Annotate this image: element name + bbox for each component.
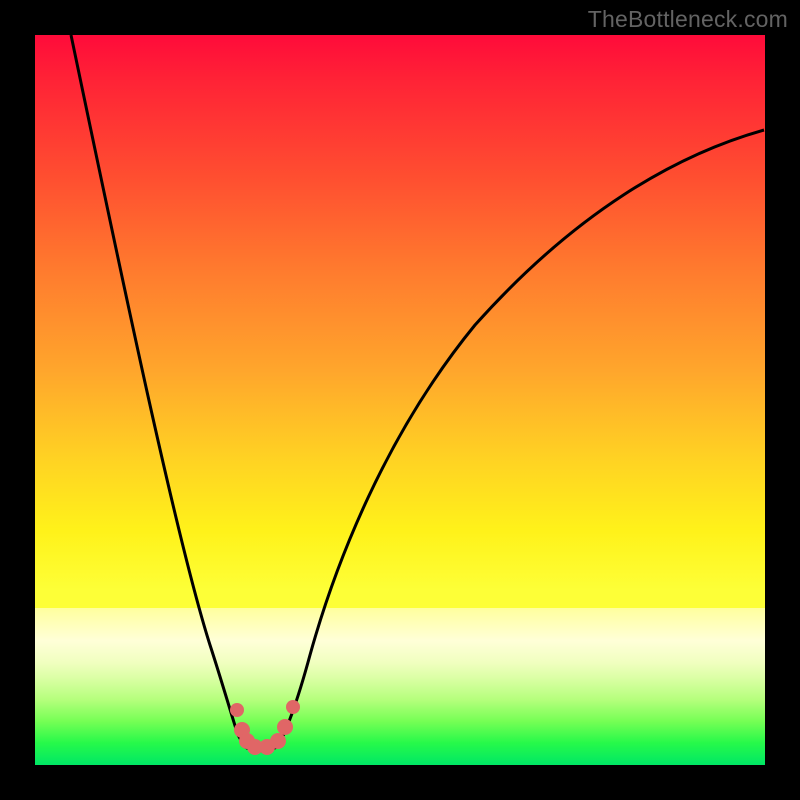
curve-left	[71, 35, 245, 747]
watermark-text: TheBottleneck.com	[588, 6, 788, 33]
curve-right	[277, 130, 764, 747]
bottleneck-curve	[35, 35, 765, 765]
scatter-dot	[277, 719, 293, 735]
chart-plot-area	[35, 35, 765, 765]
scatter-dot	[286, 700, 300, 714]
chart-frame: TheBottleneck.com	[0, 0, 800, 800]
scatter-dot	[230, 703, 244, 717]
scatter-dot	[270, 733, 286, 749]
